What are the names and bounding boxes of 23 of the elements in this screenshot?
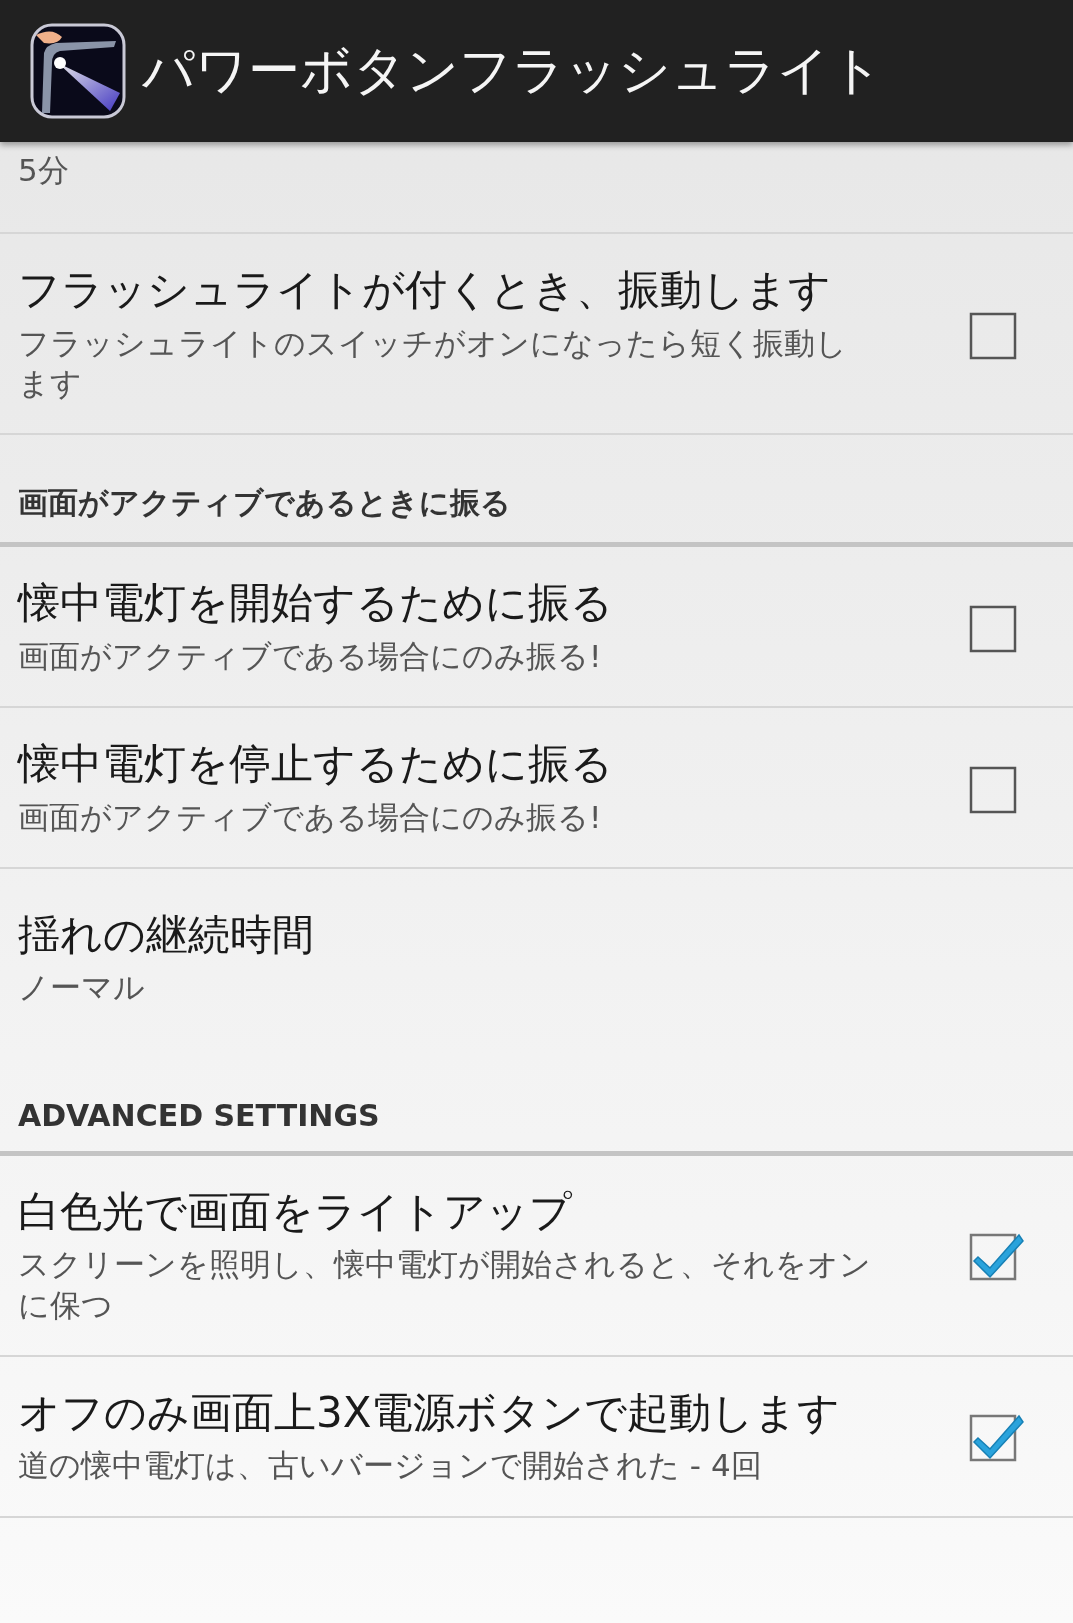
preference-summary: 5分	[18, 151, 69, 190]
checkbox-preference[interactable]: 白色光で画面をライトアップ スクリーンを照明し、懐中電灯が開始されると、それをオンに保つ	[0, 1155, 1073, 1357]
checkbox-preference[interactable]: 懐中電灯を開始するために振る 画面がアクティブである場合にのみ振る!	[0, 547, 1073, 709]
preference-title: 揺れの継続時間	[18, 909, 315, 961]
preference-summary: フラッシュライトのスイッチがオンになったら短く振動します	[18, 323, 848, 404]
preference-summary: 画面がアクティブである場合にのみ振る!	[18, 636, 603, 676]
preference-title: 懐中電灯を開始するために振る	[18, 577, 614, 630]
preference-title: 白色光で画面をライトアップ	[18, 1185, 573, 1238]
category-header: 画面がアクティブであるときに振る	[0, 435, 1073, 548]
checkbox-preference[interactable]: オフのみ画面上3X電源ボタンで起動します 道の懐中電灯は、古いバージョンで開始された - 4回	[0, 1356, 1073, 1518]
checkbox-preference[interactable]: フラッシュライトが付くとき、振動します フラッシュライトのスイッチがオンになったら短く振動します	[0, 234, 1073, 436]
flashlight-icon	[30, 23, 126, 119]
preference-summary: ノーマル	[18, 968, 146, 1008]
preference-summary: 道の懐中電灯は、古いバージョンで開始された - 4回	[18, 1446, 763, 1486]
preference-title: フラッシュライトが付くとき、振動します	[18, 264, 832, 317]
category-header: ADVANCED SETTINGS	[0, 1037, 1073, 1156]
preference-title: 懐中電灯を停止するために振る	[18, 738, 614, 791]
preference-title: オフのみ画面上3X電源ボタンで起動します	[18, 1386, 842, 1439]
preference-summary: 画面がアクティブである場合にのみ振る!	[18, 797, 603, 837]
checkbox-preference[interactable]: 懐中電灯を停止するために振る 画面がアクティブである場合にのみ振る!	[0, 708, 1073, 869]
list-preference[interactable]: 揺れの継続時間 ノーマル	[0, 869, 1073, 1038]
app-title: パワーボタンフラッシュライト	[142, 39, 883, 102]
preference-summary: スクリーンを照明し、懐中電灯が開始されると、それをオンに保つ	[18, 1245, 872, 1325]
